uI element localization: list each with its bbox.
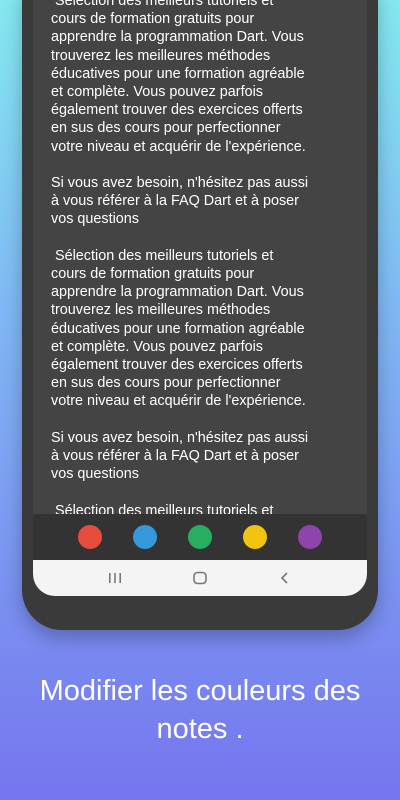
recent-apps-icon bbox=[109, 573, 122, 583]
note-body-text[interactable]: Sélection des meilleurs tutoriels et cou… bbox=[51, 0, 351, 520]
color-swatch-red[interactable] bbox=[78, 525, 103, 549]
note-editor-screen: Sélection des meilleurs tutoriels et cou… bbox=[33, 0, 367, 596]
back-icon bbox=[280, 572, 288, 584]
color-swatch-green[interactable] bbox=[187, 525, 212, 549]
back-button[interactable] bbox=[265, 564, 305, 592]
promo-caption: Modifier les couleurs des notes . bbox=[0, 672, 400, 748]
caption-line-1: Modifier les couleurs des bbox=[39, 675, 361, 707]
caption-line-2: notes . bbox=[156, 713, 244, 745]
recent-apps-button[interactable] bbox=[95, 564, 135, 592]
color-swatch-purple[interactable] bbox=[297, 525, 322, 549]
color-swatch-yellow[interactable] bbox=[242, 525, 267, 549]
home-button[interactable] bbox=[180, 564, 220, 592]
color-swatch-blue[interactable] bbox=[133, 525, 158, 549]
android-nav-bar bbox=[33, 560, 367, 596]
color-palette-bar bbox=[33, 514, 367, 560]
home-icon bbox=[193, 571, 207, 585]
